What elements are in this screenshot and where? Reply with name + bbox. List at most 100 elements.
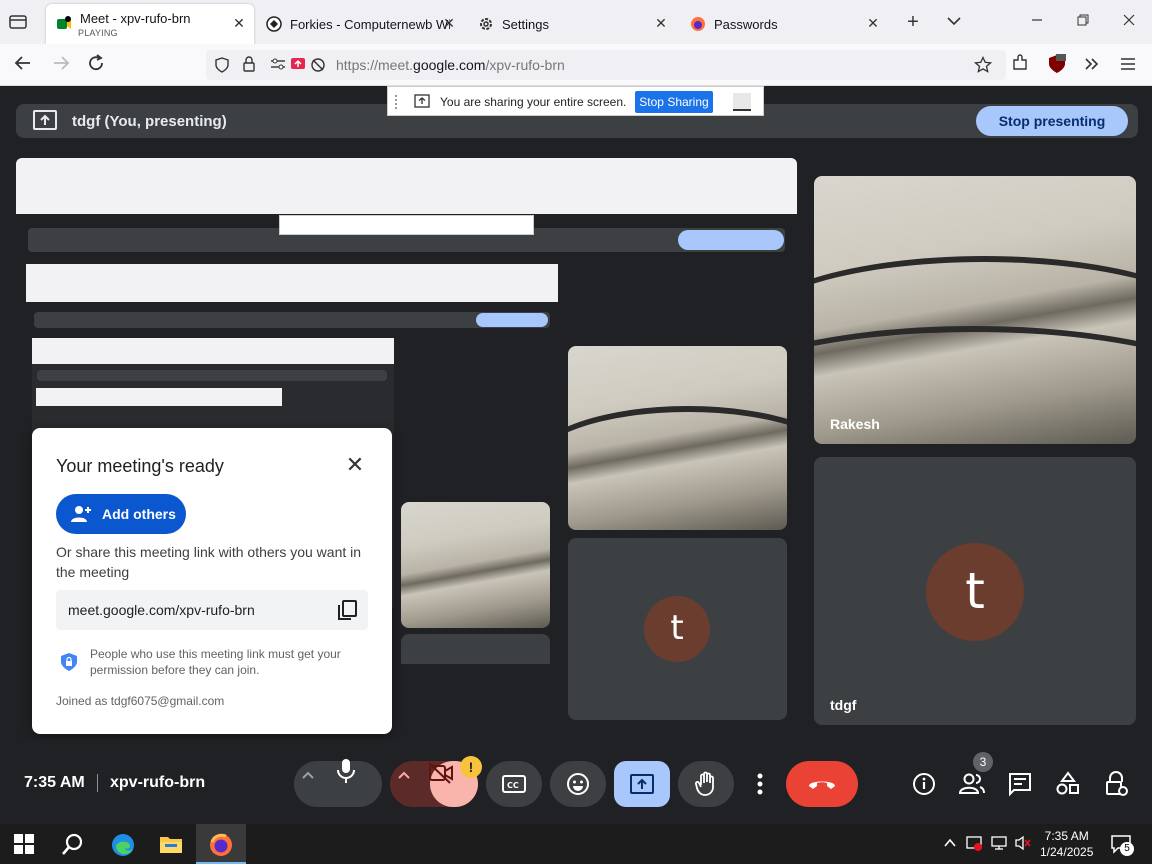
- permissions-icon[interactable]: [270, 57, 286, 76]
- security-alert-icon[interactable]: [965, 834, 983, 857]
- forward-icon[interactable]: [50, 54, 72, 76]
- stop-presenting-button[interactable]: Stop presenting: [976, 106, 1128, 136]
- url-bar[interactable]: https://meet.google.com/xpv-rufo-brn: [206, 50, 1006, 80]
- captured-browser-chrome: [36, 388, 282, 406]
- tab-passwords[interactable]: Passwords ✕: [680, 4, 888, 44]
- list-all-tabs-icon[interactable]: [944, 12, 964, 32]
- tab-close-icon[interactable]: ✕: [654, 16, 668, 30]
- leave-call-button[interactable]: [786, 761, 858, 807]
- meet-controls-bar: 7:35 AM xpv-rufo-brn ! CC 3: [0, 740, 1152, 824]
- tracking-shield-icon[interactable]: [214, 57, 230, 78]
- new-tab-button[interactable]: +: [903, 12, 923, 32]
- tab-meet[interactable]: Meet - xpv-rufo-brn PLAYING ✕: [46, 4, 254, 44]
- tab-title: Forkies - Computernewb Wiki: [290, 16, 450, 32]
- clock-time: 7:35 AM: [1044, 829, 1089, 843]
- tab-playing-label: PLAYING: [78, 28, 118, 38]
- captured-stop-presenting: [476, 313, 548, 327]
- more-tools-chevron-icon[interactable]: [1081, 54, 1103, 76]
- reload-icon[interactable]: [85, 54, 107, 76]
- restore-window-icon[interactable]: [1073, 12, 1093, 32]
- share-instructions: Or share this meeting link with others y…: [56, 544, 362, 580]
- emoji-icon: [567, 773, 589, 795]
- screen-share-banner: You are sharing your entire screen. Stop…: [387, 86, 764, 116]
- bookmark-star-icon[interactable]: [973, 55, 993, 79]
- tab-settings[interactable]: Settings ✕: [468, 4, 676, 44]
- captions-button[interactable]: CC: [486, 761, 542, 807]
- search-icon[interactable]: [60, 832, 86, 858]
- show-hidden-icons-chevron-icon[interactable]: [943, 836, 957, 855]
- add-others-button[interactable]: Add others: [56, 494, 186, 534]
- captured-tdgf-tile: t: [568, 538, 787, 720]
- meeting-ready-dialog: Your meeting's ready ✕ Add others Or sha…: [32, 428, 392, 734]
- screen-share-indicator-icon[interactable]: [290, 56, 306, 77]
- extensions-icon[interactable]: [1009, 54, 1031, 76]
- more-options-button[interactable]: [742, 761, 778, 807]
- camera-blocked-icon[interactable]: [310, 57, 326, 78]
- firefox-icon: [208, 832, 234, 858]
- windows-start-icon[interactable]: [12, 832, 38, 858]
- meeting-link-box: meet.google.com/xpv-rufo-brn: [56, 590, 368, 630]
- meet-favicon-icon: [56, 16, 72, 32]
- lock-icon[interactable]: [242, 56, 256, 77]
- close-icon[interactable]: ✕: [344, 454, 366, 476]
- volume-muted-icon[interactable]: [1014, 835, 1032, 856]
- tab-forkies[interactable]: Forkies - Computernewb Wiki ✕: [256, 4, 464, 44]
- back-icon[interactable]: [12, 54, 34, 76]
- tab-close-icon[interactable]: ✕: [232, 16, 246, 30]
- participant-tile-tdgf[interactable]: t tdgf: [814, 457, 1136, 725]
- closed-captions-icon: CC: [502, 775, 526, 793]
- people-count-badge: 3: [973, 752, 993, 772]
- activities-icon[interactable]: [1055, 771, 1081, 797]
- clock-date: 1/24/2025: [1040, 845, 1094, 859]
- minimize-banner-button[interactable]: [733, 93, 751, 111]
- present-now-button[interactable]: [614, 761, 670, 807]
- close-window-icon[interactable]: [1119, 12, 1139, 32]
- microphone-control: [294, 759, 382, 807]
- notification-count: 5: [1120, 842, 1134, 856]
- camera-warning-badge[interactable]: !: [460, 756, 482, 778]
- tab-list-icon[interactable]: [8, 12, 30, 32]
- divider: [97, 774, 98, 792]
- people-icon[interactable]: [958, 771, 985, 797]
- minimize-window-icon[interactable]: [1027, 12, 1047, 32]
- dialog-title: Your meeting's ready: [56, 456, 224, 476]
- participant-name: Rakesh: [830, 416, 880, 432]
- system-clock[interactable]: 7:35 AM 1/24/2025: [1040, 828, 1093, 860]
- copy-icon[interactable]: [336, 599, 358, 621]
- captured-avatar: t: [644, 596, 710, 662]
- captured-tdgf-tile: [401, 634, 550, 664]
- stop-sharing-button[interactable]: Stop Sharing: [635, 91, 713, 113]
- firefox-taskbar-button[interactable]: [196, 824, 246, 864]
- add-others-label: Add others: [102, 506, 176, 522]
- participant-avatar: t: [926, 543, 1024, 641]
- permission-notice: People who use this meeting link must ge…: [90, 647, 341, 677]
- meeting-details-icon[interactable]: [911, 771, 937, 797]
- edge-browser-icon[interactable]: [110, 832, 136, 858]
- participant-name: tdgf: [830, 697, 857, 713]
- participant-tile-rakesh[interactable]: Rakesh: [814, 176, 1136, 444]
- meeting-code: xpv-rufo-brn: [110, 774, 206, 791]
- ublock-origin-icon[interactable]: [1046, 54, 1068, 76]
- browser-tab-bar: Meet - xpv-rufo-brn PLAYING ✕ Forkies - …: [0, 0, 1152, 44]
- captured-browser-chrome: [26, 264, 558, 302]
- file-explorer-icon[interactable]: [158, 832, 184, 858]
- joined-as-text: Joined as tdgf6075@gmail.com: [56, 694, 225, 708]
- present-screen-icon: [32, 109, 58, 136]
- tab-close-icon[interactable]: ✕: [866, 16, 880, 30]
- reactions-button[interactable]: [550, 761, 606, 807]
- drag-handle-icon[interactable]: [394, 94, 398, 113]
- url-text: https://meet.google.com/xpv-rufo-brn: [336, 57, 565, 73]
- meeting-clock: 7:35 AM: [24, 774, 85, 791]
- raise-hand-button[interactable]: [678, 761, 734, 807]
- tab-title: Settings: [502, 16, 549, 32]
- present-screen-icon: [630, 774, 654, 794]
- end-call-icon: [809, 781, 835, 789]
- network-icon[interactable]: [990, 835, 1008, 856]
- hamburger-menu-icon[interactable]: [1117, 54, 1139, 76]
- chat-icon[interactable]: [1007, 771, 1033, 797]
- notification-center-icon[interactable]: 5: [1110, 834, 1134, 856]
- captured-rakesh-tile: [568, 346, 787, 530]
- host-controls-icon[interactable]: [1103, 771, 1129, 797]
- tab-close-icon[interactable]: ✕: [442, 16, 456, 30]
- windows-taskbar: 7:35 AM 1/24/2025 5: [0, 824, 1152, 864]
